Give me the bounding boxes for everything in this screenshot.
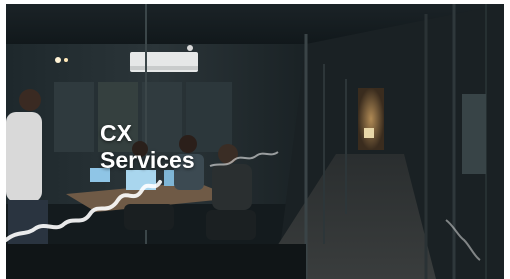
hero-title-line-2: Services [100,147,195,173]
hero-banner: CX Services [6,4,504,279]
hero-title-line-1: CX [100,120,132,146]
hero-title: CX Services [100,120,195,174]
office-meeting-room-photo [6,4,504,279]
